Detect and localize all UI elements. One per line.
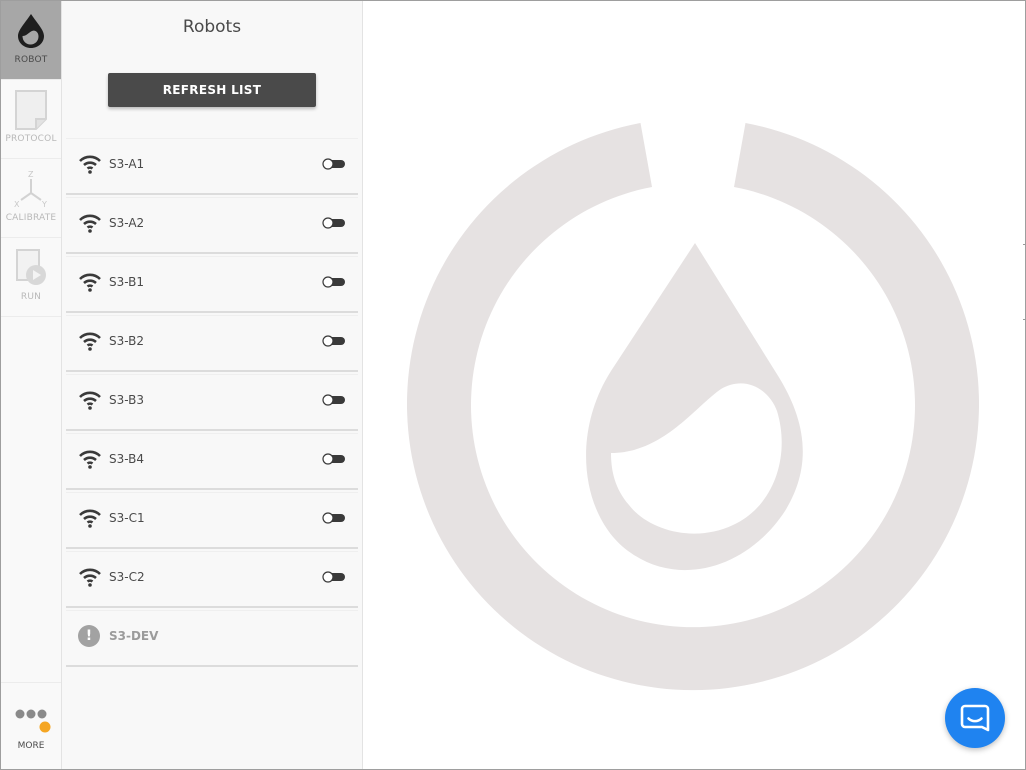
robots-panel: Robots REFRESH LIST S3-A1 S3-A2 S3-B1 S3…: [62, 1, 363, 769]
svg-text:X: X: [14, 200, 20, 209]
app-window: ROBOT PROTOCOL Z X Y CALIBRATE RUN MORE …: [0, 0, 1026, 770]
play-document-icon: [11, 247, 51, 289]
robot-item[interactable]: S3-B1: [66, 256, 358, 313]
robot-name: S3-B2: [109, 334, 145, 348]
opentrons-drop-icon: [11, 10, 51, 52]
nav-item-label: RUN: [20, 292, 42, 302]
robot-item-unavailable[interactable]: ! S3-DEV: [66, 610, 358, 667]
nav-item-label: MORE: [17, 741, 45, 751]
svg-text:Z: Z: [28, 170, 34, 179]
nav-item-label: CALIBRATE: [5, 213, 57, 223]
robot-name: S3-C2: [109, 570, 145, 584]
nav-item-run[interactable]: RUN: [1, 238, 61, 317]
connect-toggle[interactable]: [322, 512, 346, 524]
wifi-icon: [79, 509, 101, 528]
document-icon: [11, 89, 51, 131]
connect-toggle[interactable]: [322, 394, 346, 406]
chat-icon: [960, 704, 990, 732]
robot-item[interactable]: S3-C2: [66, 551, 358, 608]
robot-list: S3-A1 S3-A2 S3-B1 S3-B2 S3-B3 S3-B4 S3-C…: [66, 138, 358, 669]
robot-name: S3-A1: [109, 157, 145, 171]
main-content: [363, 1, 1025, 769]
nav-item-protocol[interactable]: PROTOCOL: [1, 80, 61, 159]
edge-marker: [1023, 244, 1025, 245]
wifi-icon: [79, 155, 101, 174]
wifi-icon: [79, 450, 101, 469]
opentrons-logo-watermark: [406, 123, 979, 691]
svg-text:Y: Y: [41, 200, 47, 209]
notification-badge: [39, 721, 51, 733]
robot-item[interactable]: S3-C1: [66, 492, 358, 549]
robot-item[interactable]: S3-B3: [66, 374, 358, 431]
robot-item[interactable]: S3-A1: [66, 138, 358, 195]
more-dots-icon: [15, 709, 51, 733]
connect-toggle[interactable]: [322, 335, 346, 347]
wifi-icon: [79, 391, 101, 410]
robot-name: S3-A2: [109, 216, 145, 230]
robot-name: S3-B4: [109, 452, 145, 466]
chat-launcher-button[interactable]: [945, 688, 1005, 748]
wifi-icon: [79, 568, 101, 587]
connect-toggle[interactable]: [322, 158, 346, 170]
nav-item-robot[interactable]: ROBOT: [1, 1, 61, 80]
nav-item-calibrate[interactable]: Z X Y CALIBRATE: [1, 159, 61, 238]
panel-title: Robots: [182, 17, 242, 37]
refresh-list-button[interactable]: REFRESH LIST: [108, 73, 316, 107]
nav-item-label: PROTOCOL: [5, 134, 57, 144]
robot-item[interactable]: S3-B4: [66, 433, 358, 490]
robot-name: S3-DEV: [109, 629, 159, 643]
nav-item-label: ROBOT: [14, 55, 48, 65]
connect-toggle[interactable]: [322, 453, 346, 465]
xyz-axes-icon: Z X Y: [11, 168, 51, 210]
nav-item-more[interactable]: MORE: [1, 682, 61, 770]
robot-item[interactable]: S3-B2: [66, 315, 358, 372]
connect-toggle[interactable]: [322, 571, 346, 583]
robot-name: S3-B3: [109, 393, 145, 407]
robot-name: S3-B1: [109, 275, 145, 289]
robot-item[interactable]: S3-A2: [66, 197, 358, 254]
edge-marker: [1023, 319, 1025, 320]
wifi-icon: [79, 273, 101, 292]
connect-toggle[interactable]: [322, 276, 346, 288]
alert-icon: !: [78, 625, 100, 647]
connect-toggle[interactable]: [322, 217, 346, 229]
robot-name: S3-C1: [109, 511, 145, 525]
nav-rail: ROBOT PROTOCOL Z X Y CALIBRATE RUN MORE: [1, 1, 62, 769]
wifi-icon: [79, 214, 101, 233]
wifi-icon: [79, 332, 101, 351]
